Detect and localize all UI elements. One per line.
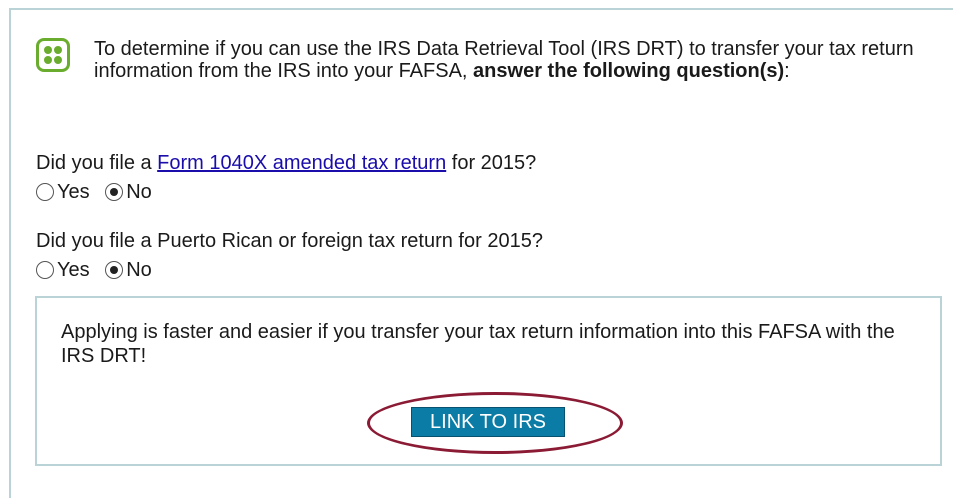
question-1-no-radio[interactable] [105,183,124,201]
question-1-yes-radio[interactable] [36,183,54,201]
question-2-options: Yes No [36,259,162,284]
help-dot [54,56,62,64]
intro-text: To determine if you can use the IRS Data… [94,38,924,82]
question-1-text-before: Did you file a [36,152,158,174]
irs-drt-message: Applying is faster and easier if you tra… [61,321,895,367]
intro-text-bold: answer the following question(s) [473,60,785,82]
intro-text-colon: : [784,60,790,82]
question-2-label: Did you file a Puerto Rican or foreign t… [36,230,543,252]
help-dot [54,46,62,54]
help-dot [44,46,52,54]
form-1040x-link[interactable]: Form 1040X amended tax return [157,152,446,174]
question-2-no-radio[interactable] [105,261,124,279]
link-to-irs-button[interactable]: LINK TO IRS [411,407,565,437]
question-1-no-option[interactable]: No [105,181,152,203]
question-2-no-option[interactable]: No [105,259,152,281]
question-2-yes-option[interactable]: Yes [36,259,90,281]
question-2-yes-radio[interactable] [36,261,54,279]
question-1-options: Yes No [36,181,162,206]
help-dot [44,56,52,64]
question-1-yes-label: Yes [57,181,90,203]
question-1-label: Did you file a Form 1040X amended tax re… [36,152,536,174]
question-1-text-after: for 2015? [446,152,537,174]
help-dots-icon [36,38,70,72]
question-2-yes-label: Yes [57,259,90,281]
question-2-no-label: No [126,259,152,281]
question-1-yes-option[interactable]: Yes [36,181,90,203]
question-1-no-label: No [126,181,152,203]
